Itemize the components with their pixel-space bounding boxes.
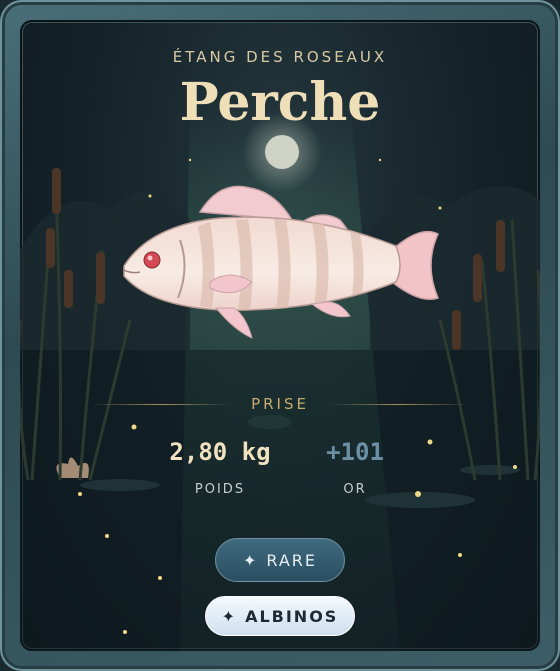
weight-stat: 2,80 kg POIDS — [150, 438, 290, 497]
divider-line-left — [90, 403, 234, 405]
weight-value: 2,80 kg — [169, 438, 271, 466]
gold-label: OR — [343, 482, 367, 497]
rare-badge-label: RARE — [266, 550, 318, 570]
card-frame: ÉTANG DES ROSEAUX Perche PRISE 2,80 kg P… — [0, 0, 560, 671]
location-label: ÉTANG DES ROSEAUX — [172, 48, 388, 66]
catch-card: ÉTANG DES ROSEAUX Perche PRISE 2,80 kg P… — [20, 20, 540, 651]
albinos-badge-label: ALBINOS — [245, 606, 339, 626]
fish-name: Perche — [179, 72, 381, 133]
water-ripple — [248, 415, 292, 429]
rare-badge[interactable]: ✦ RARE — [215, 538, 345, 582]
catch-divider: PRISE — [90, 392, 471, 416]
moon-icon — [265, 135, 299, 169]
lily-pad — [80, 479, 160, 491]
gold-stat: +101 OR — [300, 438, 410, 497]
albinos-badge[interactable]: ✦ ALBINOS — [205, 596, 355, 636]
catch-section-label: PRISE — [251, 395, 309, 413]
divider-line-right — [326, 403, 471, 405]
gold-value: +101 — [326, 438, 384, 466]
sparkle-icon: ✦ — [221, 606, 238, 626]
weight-label: POIDS — [194, 482, 246, 497]
lily-pad — [460, 465, 520, 475]
sparkle-icon: ✦ — [242, 550, 259, 570]
